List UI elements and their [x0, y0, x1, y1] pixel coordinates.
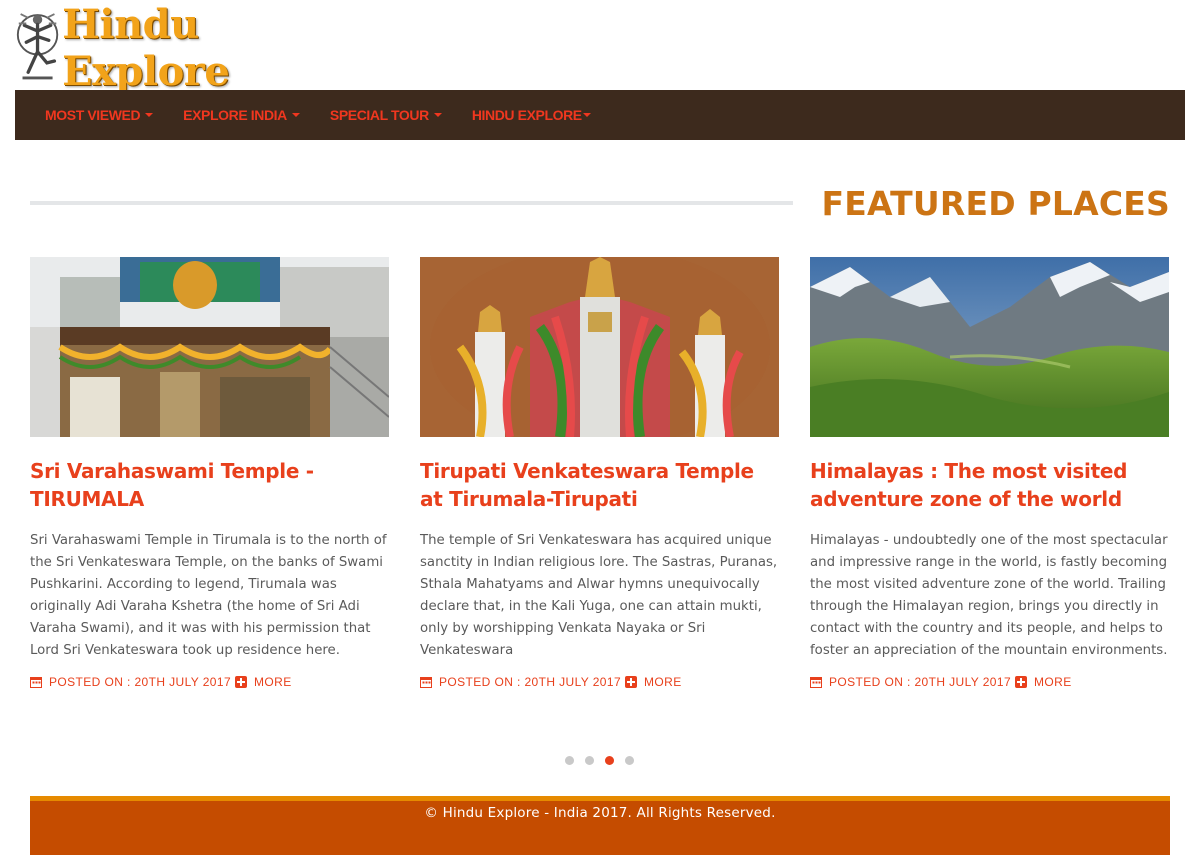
card-description: Himalayas - undoubtedly one of the most … — [810, 533, 1168, 658]
carousel-pagination — [565, 756, 645, 765]
nataraja-logo-icon — [16, 13, 59, 80]
site-footer: © Hindu Explore - India 2017. All Rights… — [30, 796, 1170, 855]
section-title: FEATURED PLACES — [821, 184, 1170, 223]
nav-hindu-explore[interactable]: HINDU EXPLORE — [472, 107, 591, 123]
himalayas-image[interactable] — [810, 257, 1169, 437]
calendar-icon — [420, 677, 432, 688]
posted-date: POSTED ON : 20TH JULY 2017 — [829, 675, 1012, 689]
featured-card: Himalayas : The most visited adventure z… — [810, 257, 1169, 689]
card-meta: POSTED ON : 20TH JULY 2017 MORE — [30, 675, 389, 689]
caret-down-icon — [145, 113, 154, 117]
tirupati-venkateswara-image[interactable] — [420, 257, 779, 437]
site-logo[interactable]: Hindu Explore — [15, 0, 360, 95]
site-header: Hindu Explore — [15, 0, 1185, 95]
caret-down-icon — [433, 113, 442, 117]
nav-label: HINDU EXPLORE — [471, 107, 582, 123]
main-navbar: MOST VIEWED EXPLORE INDIA SPECIAL TOUR H… — [15, 90, 1185, 140]
plus-square-icon[interactable] — [235, 676, 248, 688]
nav-special-tour[interactable]: SPECIAL TOUR — [330, 107, 442, 123]
plus-square-icon[interactable] — [625, 676, 638, 688]
brand-name: Hindu Explore — [62, 1, 230, 95]
nav-label: SPECIAL TOUR — [329, 107, 429, 123]
card-meta: POSTED ON : 20TH JULY 2017 MORE — [420, 675, 779, 689]
card-meta: POSTED ON : 20TH JULY 2017 MORE — [810, 675, 1169, 689]
featured-card: Sri Varahaswami Temple - TIRUMALA Sri Va… — [30, 257, 389, 689]
varahaswami-temple-image[interactable] — [30, 257, 389, 437]
section-divider — [30, 201, 793, 205]
caret-down-icon — [582, 113, 591, 117]
more-link[interactable]: MORE — [254, 675, 292, 689]
posted-date: POSTED ON : 20TH JULY 2017 — [49, 675, 232, 689]
nav-label: EXPLORE INDIA — [183, 107, 287, 123]
more-link[interactable]: MORE — [644, 675, 682, 689]
carousel-dot[interactable] — [605, 756, 614, 765]
calendar-icon — [30, 677, 42, 688]
caret-down-icon — [291, 113, 300, 117]
card-title[interactable]: Sri Varahaswami Temple - TIRUMALA — [30, 457, 389, 513]
carousel-dot[interactable] — [565, 756, 574, 765]
plus-square-icon[interactable] — [1015, 676, 1028, 688]
nav-most-viewed[interactable]: MOST VIEWED — [45, 107, 154, 123]
carousel-dot[interactable] — [585, 756, 594, 765]
carousel-dot[interactable] — [625, 756, 634, 765]
card-description: Sri Varahaswami Temple in Tirumala is to… — [30, 533, 387, 658]
copyright-text: © Hindu Explore - India 2017. All Rights… — [424, 805, 776, 821]
more-link[interactable]: MORE — [1034, 675, 1072, 689]
featured-card: Tirupati Venkateswara Temple at Tirumala… — [420, 257, 779, 689]
nav-explore-india[interactable]: EXPLORE INDIA — [183, 107, 300, 123]
card-description: The temple of Sri Venkateswara has acqui… — [420, 533, 778, 658]
card-title[interactable]: Himalayas : The most visited adventure z… — [810, 457, 1169, 513]
card-title[interactable]: Tirupati Venkateswara Temple at Tirumala… — [420, 457, 779, 513]
calendar-icon — [810, 677, 822, 688]
nav-label: MOST VIEWED — [45, 107, 141, 123]
posted-date: POSTED ON : 20TH JULY 2017 — [439, 675, 622, 689]
